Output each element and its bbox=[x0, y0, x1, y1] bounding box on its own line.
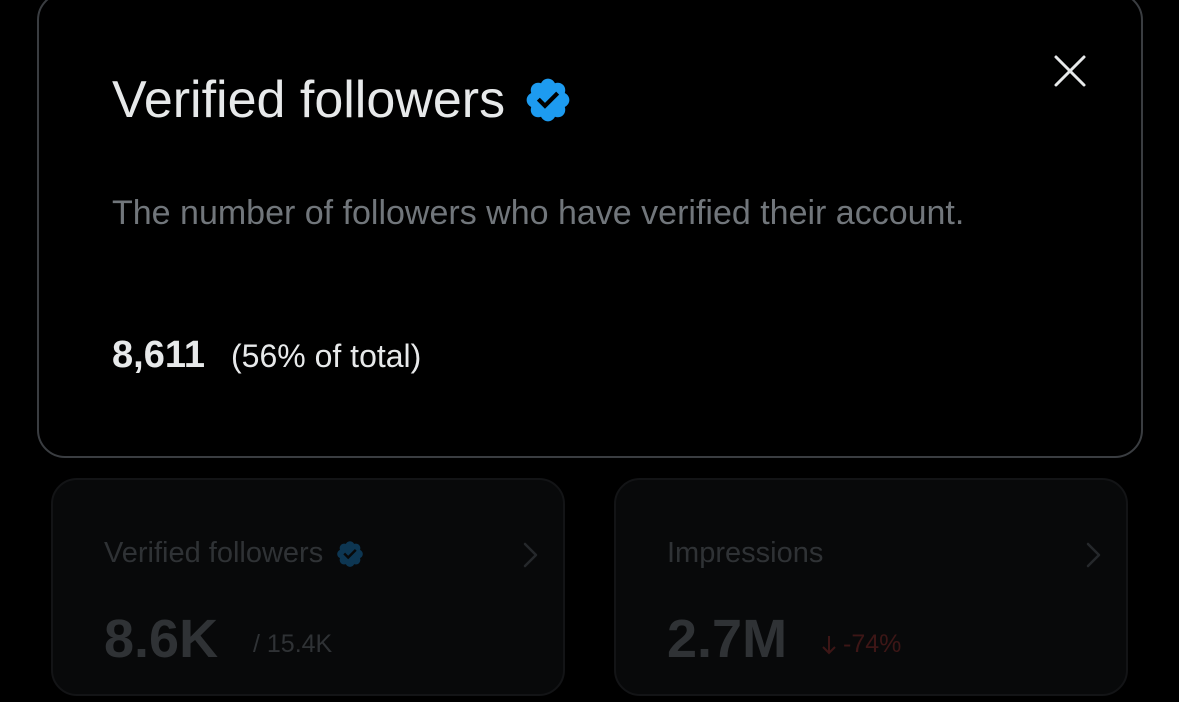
chevron-right-icon[interactable] bbox=[519, 540, 543, 570]
card-label: Verified followers bbox=[104, 537, 365, 570]
verified-followers-percent: (56% of total) bbox=[231, 338, 422, 374]
impressions-value: 2.7M bbox=[667, 609, 788, 669]
verified-followers-count: 8,611 bbox=[112, 334, 205, 376]
card-label: Impressions bbox=[667, 537, 823, 570]
verified-badge-icon bbox=[526, 78, 570, 122]
card-label-text: Verified followers bbox=[104, 537, 324, 569]
popover-title: Verified followers bbox=[112, 70, 573, 130]
impressions-change: -74% bbox=[821, 630, 901, 659]
popover-title-text: Verified followers bbox=[112, 71, 506, 129]
card-label-text: Impressions bbox=[667, 537, 824, 569]
verified-followers-value: 8.6K bbox=[104, 609, 219, 669]
close-icon[interactable] bbox=[1051, 52, 1089, 90]
verified-followers-stat: 8,611 (56% of total) bbox=[112, 334, 421, 377]
chevron-right-icon[interactable] bbox=[1082, 540, 1106, 570]
verified-followers-card[interactable]: Verified followers 8.6K / 15.4K bbox=[51, 478, 565, 696]
verified-followers-popover: Verified followers The number of followe… bbox=[37, 0, 1143, 458]
arrow-down-icon bbox=[822, 635, 836, 654]
verified-followers-total: / 15.4K bbox=[253, 630, 333, 658]
impressions-card[interactable]: Impressions 2.7M -74% bbox=[614, 478, 1128, 696]
page: Verified followers 8.6K / 15.4K Impressi… bbox=[0, 0, 1179, 702]
impressions-change-text: -74% bbox=[843, 630, 902, 658]
popover-description: The number of followers who have verifie… bbox=[112, 194, 965, 232]
verified-badge-icon bbox=[337, 540, 364, 567]
